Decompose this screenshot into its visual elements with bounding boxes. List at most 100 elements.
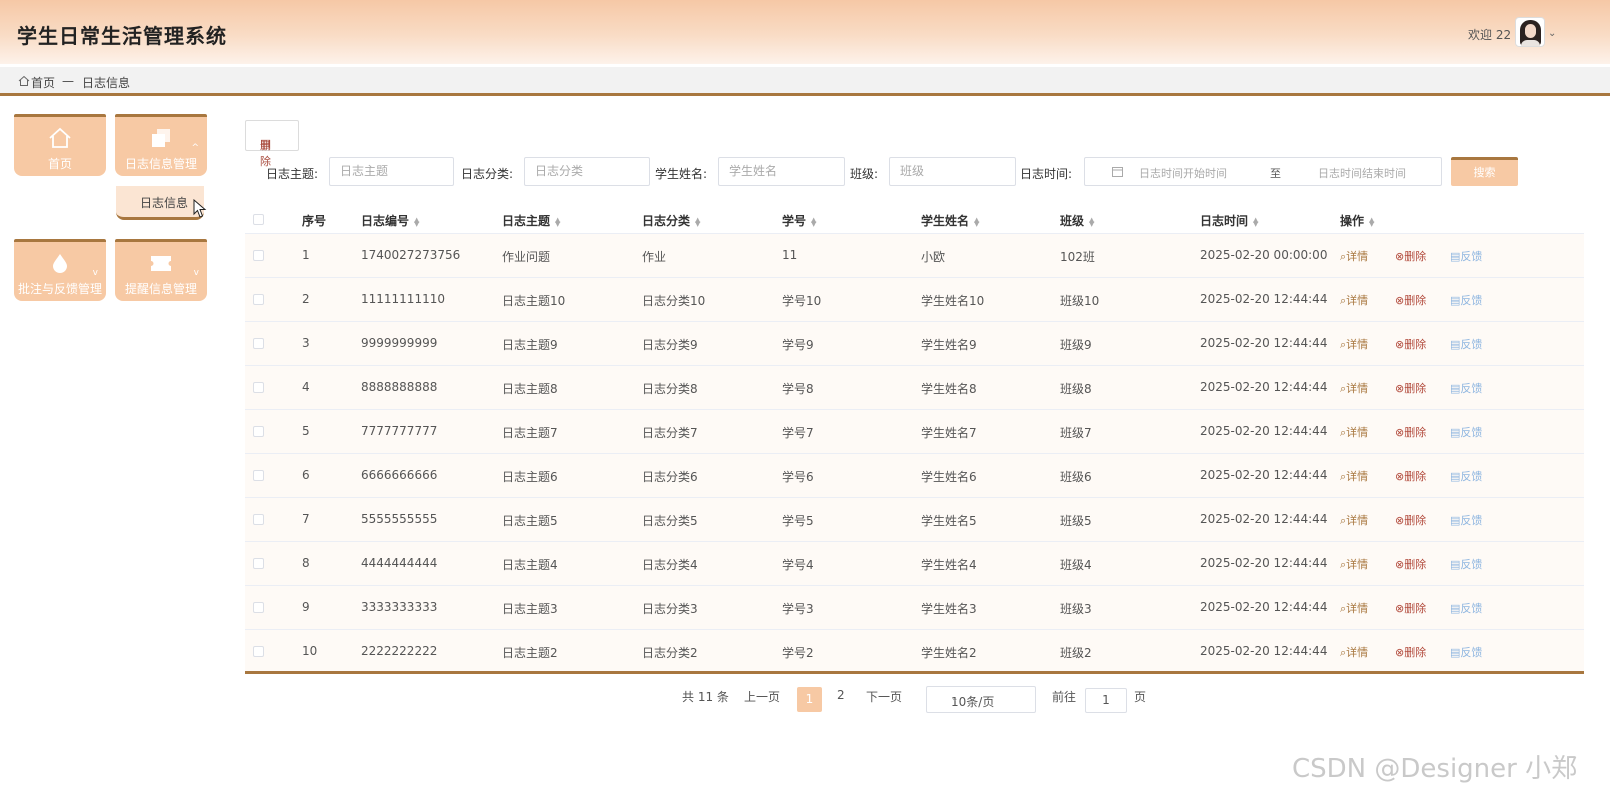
close-circle-icon: ⊗ [1395, 250, 1405, 263]
cell-topic: 日志主题8 [502, 382, 558, 396]
row-checkbox[interactable] [253, 514, 264, 525]
avatar[interactable] [1515, 17, 1545, 47]
column-header-class[interactable]: 班级 ▲ ▼ [1060, 212, 1094, 229]
table-row: 6 6666666666 日志主题6 日志分类6 学号6 学生姓名6 班级6 2025-02-… [245, 454, 1584, 498]
sidebar-item-log-management[interactable]: 日志信息管理 ^ [115, 114, 207, 176]
delete-button[interactable]: ⊗删除 [1395, 380, 1426, 396]
detail-button[interactable]: ⌕详情 [1340, 336, 1368, 352]
row-checkbox[interactable] [253, 426, 264, 437]
column-header-log-id[interactable]: 日志编号 ▲ ▼ [361, 212, 419, 229]
close-circle-icon: ⊗ [1395, 338, 1405, 351]
feedback-button[interactable]: ▤反馈 [1450, 644, 1482, 660]
delete-button[interactable]: ⊗删除 [1395, 248, 1426, 264]
cell-student-id: 学号7 [782, 426, 814, 440]
column-header-student-id[interactable]: 学号 ▲ ▼ [782, 212, 816, 229]
date-start-input[interactable]: 日志时间开始时间 [1139, 165, 1227, 181]
cell-log-id: 4444444444 [361, 556, 438, 570]
delete-button[interactable]: ⊗删除 [1395, 292, 1426, 308]
column-header-log-time[interactable]: 日志时间 ▲ ▼ [1200, 212, 1258, 229]
detail-button[interactable]: ⌕详情 [1340, 424, 1368, 440]
detail-button[interactable]: ⌕详情 [1340, 248, 1368, 264]
sidebar-item-annotation-feedback[interactable]: 批注与反馈管理 v [14, 239, 106, 301]
cell-log-time: 2025-02-20 12:44:44 [1200, 468, 1328, 482]
row-checkbox[interactable] [253, 294, 264, 305]
delete-button[interactable]: ⊗删除 [1395, 468, 1426, 484]
cell-class: 班级5 [1060, 514, 1092, 528]
cell-log-id: 8888888888 [361, 380, 438, 394]
table-row: 10 2222222222 日志主题2 日志分类2 学号2 学生姓名2 班级2 2025-02… [245, 630, 1584, 674]
student-name-search-input[interactable]: 学生姓名 [718, 157, 845, 186]
feedback-button[interactable]: ▤反馈 [1450, 600, 1482, 616]
select-all-checkbox[interactable] [253, 214, 264, 225]
breadcrumb-home[interactable]: 首页 [31, 74, 55, 91]
batch-delete-button[interactable]: ▤ 删除 [245, 120, 299, 168]
feedback-button[interactable]: ▤反馈 [1450, 468, 1482, 484]
cell-log-time: 2025-02-20 00:00:00 [1200, 248, 1328, 262]
sidebar-subitem-log-info[interactable]: 日志信息 [116, 186, 204, 220]
feedback-button[interactable]: ▤反馈 [1450, 336, 1482, 352]
feedback-button[interactable]: ▤反馈 [1450, 292, 1482, 308]
pagination-page-2[interactable]: 2 [837, 688, 845, 702]
sidebar-item-home[interactable]: 首页 [14, 114, 106, 176]
detail-button[interactable]: ⌕详情 [1340, 600, 1368, 616]
detail-button[interactable]: ⌕详情 [1340, 292, 1368, 308]
topic-search-input[interactable]: 日志主题 [329, 157, 454, 186]
feedback-button[interactable]: ▤反馈 [1450, 424, 1482, 440]
sidebar-item-reminder-management[interactable]: 提醒信息管理 v [115, 239, 207, 301]
delete-button[interactable]: ⊗删除 [1395, 512, 1426, 528]
column-header-student-name[interactable]: 学生姓名 ▲ ▼ [921, 212, 979, 229]
cell-class: 班级4 [1060, 558, 1092, 572]
pagination-next-button[interactable]: 下一页 [866, 688, 902, 705]
row-checkbox[interactable] [253, 602, 264, 613]
row-checkbox[interactable] [253, 470, 264, 481]
feedback-button[interactable]: ▤反馈 [1450, 556, 1482, 572]
category-search-input[interactable]: 日志分类 [524, 157, 650, 186]
date-end-input[interactable]: 日志时间结束时间 [1318, 165, 1406, 181]
breadcrumb-separator: — [62, 74, 74, 88]
delete-button[interactable]: ⊗删除 [1395, 424, 1426, 440]
pagination-total: 共 11 条 [682, 690, 729, 704]
search-button[interactable]: 搜索 [1451, 157, 1518, 186]
cell-index: 1 [302, 248, 310, 262]
search-label-category: 日志分类: [461, 167, 514, 181]
cell-topic: 日志主题7 [502, 426, 558, 440]
home-icon [18, 75, 30, 86]
cell-student-id: 学号4 [782, 558, 814, 572]
goto-label: 前往 [1052, 690, 1077, 704]
detail-button[interactable]: ⌕详情 [1340, 380, 1368, 396]
row-checkbox[interactable] [253, 646, 264, 657]
cell-student-id: 学号3 [782, 602, 814, 616]
cell-index: 8 [302, 556, 310, 570]
feedback-button[interactable]: ▤反馈 [1450, 512, 1482, 528]
delete-button[interactable]: ⊗删除 [1395, 556, 1426, 572]
pagination-page-1[interactable]: 1 [797, 687, 822, 712]
delete-button[interactable]: ⊗删除 [1395, 600, 1426, 616]
cell-student-id: 学号9 [782, 338, 814, 352]
clipboard-icon: ▤ [1450, 602, 1461, 615]
cell-student-id: 学号10 [782, 294, 822, 308]
pagination-prev-button[interactable]: 上一页 [744, 688, 780, 705]
delete-button[interactable]: ⊗删除 [1395, 644, 1426, 660]
cell-category: 日志分类6 [642, 470, 698, 484]
detail-button[interactable]: ⌕详情 [1340, 556, 1368, 572]
row-checkbox[interactable] [253, 558, 264, 569]
goto-page-input[interactable]: 1 [1085, 688, 1127, 713]
row-checkbox[interactable] [253, 338, 264, 349]
feedback-button[interactable]: ▤反馈 [1450, 380, 1482, 396]
chevron-down-icon[interactable]: ⌄ [1548, 28, 1556, 39]
feedback-button[interactable]: ▤反馈 [1450, 248, 1482, 264]
column-header-category[interactable]: 日志分类 ▲ ▼ [642, 212, 700, 229]
page-size-select[interactable]: 10条/页 ⌄ [926, 686, 1036, 713]
cell-topic: 日志主题10 [502, 294, 566, 308]
class-search-input[interactable]: 班级 [889, 157, 1016, 186]
detail-button[interactable]: ⌕详情 [1340, 468, 1368, 484]
delete-button[interactable]: ⊗删除 [1395, 336, 1426, 352]
row-checkbox[interactable] [253, 382, 264, 393]
date-range-picker[interactable]: 日志时间开始时间 至 日志时间结束时间 [1084, 157, 1442, 186]
row-checkbox[interactable] [253, 250, 264, 261]
detail-button[interactable]: ⌕详情 [1340, 644, 1368, 660]
cell-index: 9 [302, 600, 310, 614]
detail-button[interactable]: ⌕详情 [1340, 512, 1368, 528]
column-header-topic[interactable]: 日志主题 ▲ ▼ [502, 212, 560, 229]
cell-log-id: 1740027273756 [361, 248, 461, 262]
